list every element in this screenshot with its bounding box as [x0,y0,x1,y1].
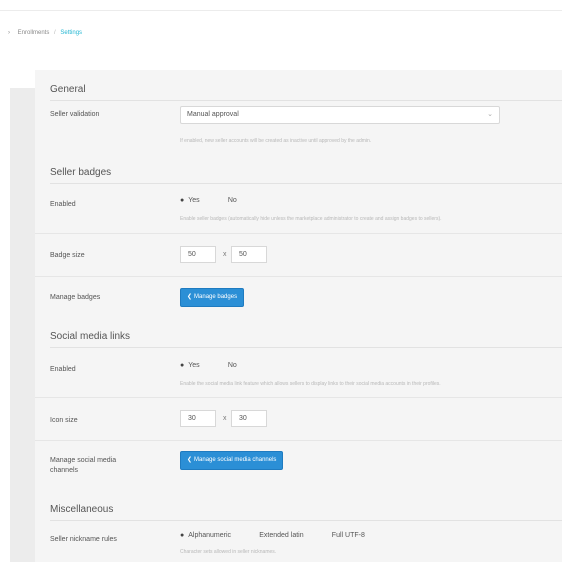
social-enabled-no[interactable]: ●No [220,362,237,369]
manage-social-label: Manage social media channels [50,457,117,474]
badges-enabled-label: Enabled [50,201,76,208]
left-gutter [10,88,35,562]
nickname-rules-extended-latin[interactable]: ●Extended latin [251,532,303,539]
manage-badges-button[interactable]: ❮ Manage badges [180,288,245,307]
social-enabled-help: Enable the social media link feature whi… [180,381,441,387]
badges-enabled-yes[interactable]: ● Yes [180,197,200,204]
seller-validation-value: Manual approval [187,111,239,118]
icon-height-input[interactable]: 30 [231,410,267,427]
badges-enabled-no[interactable]: ●No [220,197,237,204]
radio-selected-icon: ● [180,197,185,204]
manage-badges-label: Manage badges [50,294,101,301]
badge-height-input[interactable]: 50 [231,246,267,263]
row-divider [35,397,562,398]
settings-panel: General Seller validation Manual approva… [35,70,562,562]
breadcrumb-current[interactable]: Settings [60,30,82,36]
manage-social-channels-button[interactable]: ❮ Manage social media channels [180,451,284,470]
section-divider [50,347,562,348]
badge-width-input[interactable]: 50 [180,246,216,263]
section-title-miscellaneous: Miscellaneous [50,504,114,515]
icon-size-label: Icon size [50,417,78,424]
breadcrumb: › Enrollments / Settings [8,30,82,36]
seller-validation-label: Seller validation [50,111,100,118]
radio-unselected-icon: ● [251,532,255,539]
nickname-rules-help: Character sets allowed in seller nicknam… [180,549,277,555]
section-divider [50,100,562,101]
breadcrumb-separator: / [54,30,56,36]
badges-enabled-radio-group: ●Yes ●No [180,197,255,204]
nickname-rules-alphanumeric[interactable]: ● Alphanumeric [180,532,231,539]
row-divider [35,440,562,441]
radio-selected-icon: ● [180,362,185,369]
radio-unselected-icon: ● [220,362,224,369]
section-title-social-media-links: Social media links [50,331,131,342]
nickname-rules-label: Seller nickname rules [50,536,117,543]
row-divider [35,276,562,277]
badge-size-times: x [223,251,227,258]
seller-validation-select[interactable]: Manual approval ⌄ [180,106,500,124]
section-divider [50,183,562,184]
share-icon: ❮ [187,294,193,300]
icon-size-times: x [223,415,227,422]
social-enabled-label: Enabled [50,366,76,373]
chevron-down-icon: ⌄ [487,111,493,118]
section-title-general: General [50,84,86,95]
chevron-right-icon[interactable]: › [8,30,10,36]
badges-enabled-help: Enable seller badges (automatically hide… [180,216,442,222]
radio-unselected-icon: ● [220,197,224,204]
badge-size-label: Badge size [50,252,85,259]
breadcrumb-parent[interactable]: Enrollments [18,30,50,36]
row-divider [35,233,562,234]
nickname-rules-full-utf8[interactable]: ●Full UTF-8 [324,532,365,539]
share-icon: ❮ [187,457,193,463]
nickname-rules-radio-group: ●Alphanumeric ●Extended latin ●Full UTF-… [180,532,383,539]
social-enabled-radio-group: ●Yes ●No [180,362,255,369]
seller-validation-help: If enabled, new seller accounts will be … [180,138,372,144]
radio-selected-icon: ● [180,532,185,539]
icon-width-input[interactable]: 30 [180,410,216,427]
radio-unselected-icon: ● [324,532,328,539]
section-divider [50,520,562,521]
top-bar [0,0,562,11]
section-title-seller-badges: Seller badges [50,167,112,178]
social-enabled-yes[interactable]: ● Yes [180,362,200,369]
